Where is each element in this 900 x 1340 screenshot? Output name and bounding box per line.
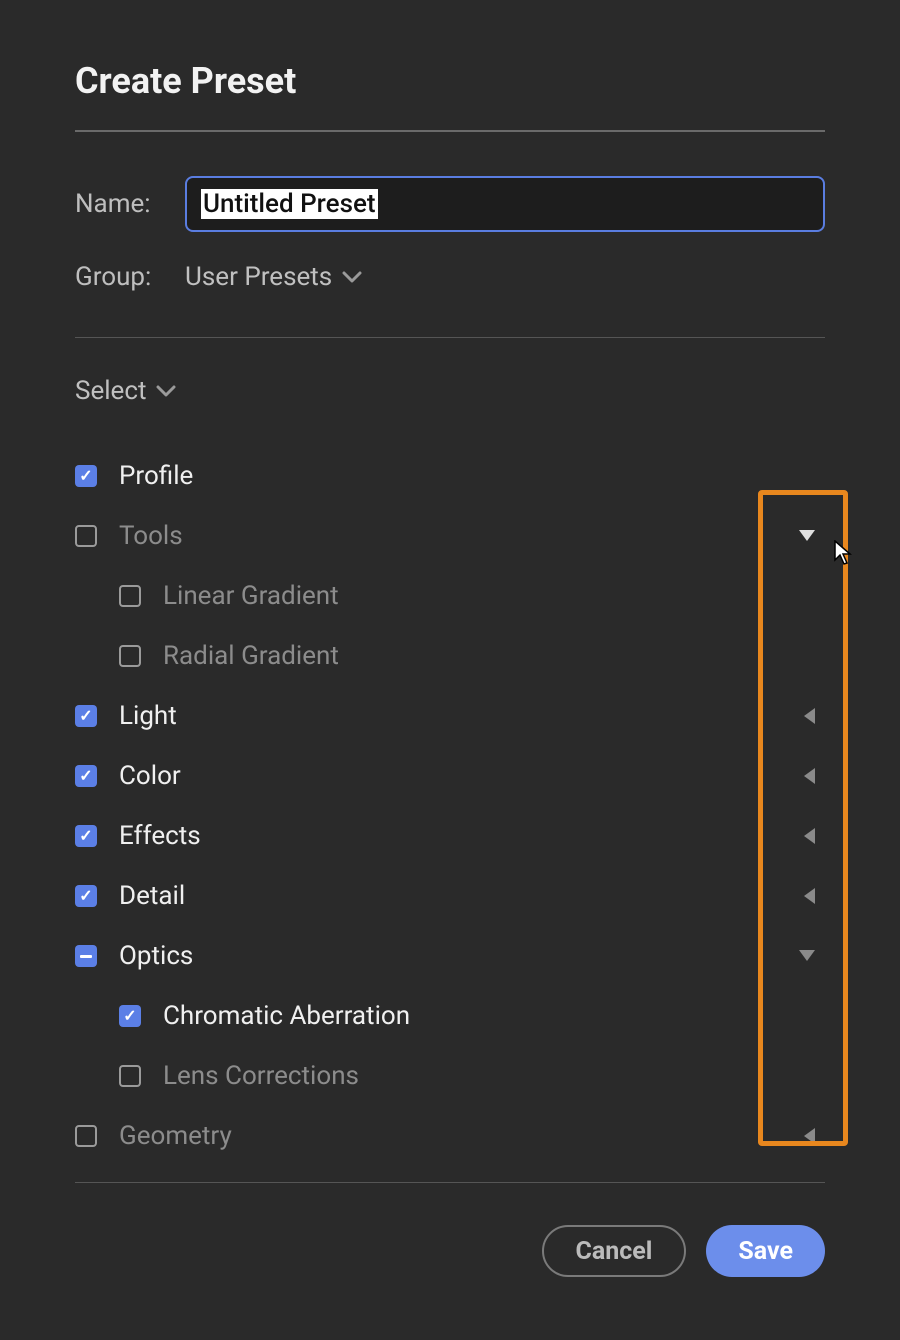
cancel-button[interactable]: Cancel: [542, 1225, 687, 1277]
checkbox-lens-corrections[interactable]: [119, 1065, 141, 1087]
triangle-left-icon: [803, 708, 815, 724]
name-input-value: Untitled Preset: [201, 189, 378, 219]
checkbox-linear-gradient[interactable]: [119, 585, 141, 607]
item-chromatic-aberration: ✓ Chromatic Aberration: [75, 986, 825, 1046]
cursor-icon: [834, 540, 854, 570]
expand-effects-toggle[interactable]: [803, 828, 815, 844]
chevron-down-icon: [156, 384, 176, 398]
triangle-down-icon: [799, 950, 815, 962]
create-preset-dialog: Create Preset Name: Untitled Preset Grou…: [0, 0, 900, 1340]
triangle-left-icon: [803, 888, 815, 904]
checkbox-light[interactable]: ✓: [75, 705, 97, 727]
item-label: Profile: [119, 461, 193, 491]
item-tools: Tools: [75, 506, 825, 566]
checkbox-effects[interactable]: ✓: [75, 825, 97, 847]
item-effects: ✓ Effects: [75, 806, 825, 866]
item-color: ✓ Color: [75, 746, 825, 806]
item-lens-corrections: Lens Corrections: [75, 1046, 825, 1106]
group-dropdown[interactable]: User Presets: [185, 262, 362, 292]
divider: [75, 1182, 825, 1183]
dialog-buttons: Cancel Save: [75, 1225, 825, 1277]
select-dropdown[interactable]: Select: [75, 376, 825, 406]
chevron-down-icon: [342, 270, 362, 284]
group-row: Group: User Presets: [75, 262, 825, 292]
item-label: Detail: [119, 881, 185, 911]
expand-tools-toggle[interactable]: [799, 530, 815, 542]
expand-geometry-toggle[interactable]: [803, 1128, 815, 1144]
item-label: Chromatic Aberration: [163, 1001, 410, 1031]
save-button[interactable]: Save: [706, 1225, 825, 1277]
dialog-title: Create Preset: [75, 60, 825, 102]
item-geometry: Geometry: [75, 1106, 825, 1166]
triangle-left-icon: [803, 828, 815, 844]
item-optics: Optics: [75, 926, 825, 986]
item-label: Optics: [119, 941, 193, 971]
name-input[interactable]: Untitled Preset: [185, 176, 825, 232]
triangle-left-icon: [803, 768, 815, 784]
checkbox-profile[interactable]: ✓: [75, 465, 97, 487]
expand-detail-toggle[interactable]: [803, 888, 815, 904]
triangle-down-icon: [799, 530, 815, 542]
item-label: Tools: [119, 521, 183, 551]
item-label: Light: [119, 701, 177, 731]
select-label: Select: [75, 376, 146, 406]
name-row: Name: Untitled Preset: [75, 176, 825, 232]
item-label: Radial Gradient: [163, 641, 339, 671]
divider: [75, 337, 825, 338]
expand-color-toggle[interactable]: [803, 768, 815, 784]
divider: [75, 130, 825, 132]
checkbox-tools[interactable]: [75, 525, 97, 547]
name-label: Name:: [75, 189, 185, 219]
item-light: ✓ Light: [75, 686, 825, 746]
item-linear-gradient: Linear Gradient: [75, 566, 825, 626]
checkbox-optics[interactable]: [75, 945, 97, 967]
settings-list: ✓ Profile Tools Linear Gradient Radial G…: [75, 446, 825, 1166]
checkbox-detail[interactable]: ✓: [75, 885, 97, 907]
item-label: Effects: [119, 821, 201, 851]
checkbox-radial-gradient[interactable]: [119, 645, 141, 667]
item-label: Lens Corrections: [163, 1061, 359, 1091]
group-label: Group:: [75, 262, 185, 292]
checkbox-geometry[interactable]: [75, 1125, 97, 1147]
item-label: Color: [119, 761, 181, 791]
checkbox-chromatic-aberration[interactable]: ✓: [119, 1005, 141, 1027]
expand-optics-toggle[interactable]: [799, 950, 815, 962]
item-label: Linear Gradient: [163, 581, 339, 611]
expand-light-toggle[interactable]: [803, 708, 815, 724]
triangle-left-icon: [803, 1128, 815, 1144]
item-profile: ✓ Profile: [75, 446, 825, 506]
item-label: Geometry: [119, 1121, 232, 1151]
checkbox-color[interactable]: ✓: [75, 765, 97, 787]
item-radial-gradient: Radial Gradient: [75, 626, 825, 686]
group-value: User Presets: [185, 262, 332, 292]
item-detail: ✓ Detail: [75, 866, 825, 926]
